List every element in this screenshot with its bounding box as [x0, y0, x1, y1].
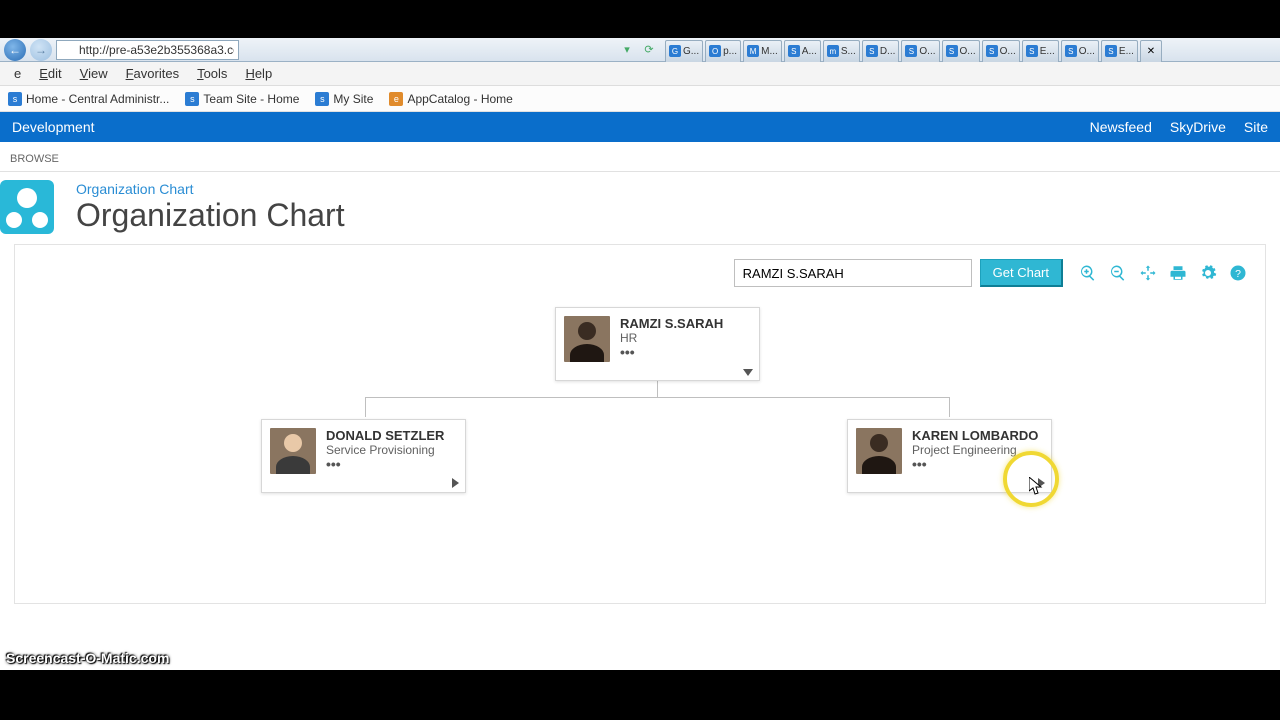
refresh-icon[interactable]: ⟳	[641, 42, 657, 58]
letterbox-bottom	[0, 670, 1280, 720]
browser-tab[interactable]: SD...	[862, 40, 900, 62]
fit-icon[interactable]	[1139, 264, 1157, 282]
suite-bar: Development Newsfeed SkyDrive Site	[0, 112, 1280, 142]
browser-tab[interactable]: mS...	[823, 40, 860, 62]
node-dept: Service Provisioning	[326, 443, 457, 457]
more-icon[interactable]: •••	[326, 461, 457, 467]
avatar	[856, 428, 902, 474]
menu-item[interactable]: Tools	[189, 64, 235, 83]
browser-address-bar: ← → s ▾ ⟳ GG...Op...MM...SA...mS...SD...…	[0, 38, 1280, 62]
browser-tab[interactable]: ✕	[1140, 40, 1162, 62]
org-node-root[interactable]: RAMZI S.SARAH HR •••	[555, 307, 760, 381]
connector	[949, 397, 950, 417]
tool-icons: ?	[1079, 264, 1247, 282]
node-name: KAREN LOMBARDO	[912, 428, 1043, 443]
browser-tab[interactable]: SA...	[784, 40, 821, 62]
avatar	[564, 316, 610, 362]
suite-link[interactable]: Newsfeed	[1090, 119, 1152, 135]
ribbon: BROWSE	[0, 142, 1280, 172]
browser-tab[interactable]: SE...	[1101, 40, 1138, 62]
gear-icon[interactable]	[1199, 264, 1217, 282]
connector	[365, 397, 950, 398]
favorite-link[interactable]: sTeam Site - Home	[185, 92, 299, 106]
zoom-in-icon[interactable]	[1079, 264, 1097, 282]
browser-tab[interactable]: SO...	[1061, 40, 1099, 62]
menu-item[interactable]: Favorites	[118, 64, 187, 83]
browser-tab[interactable]: MM...	[743, 40, 782, 62]
browser-tab[interactable]: SE...	[1022, 40, 1059, 62]
node-dept: HR	[620, 331, 751, 345]
browser-tab[interactable]: SO...	[982, 40, 1020, 62]
org-node-left[interactable]: DONALD SETZLER Service Provisioning •••	[261, 419, 466, 493]
print-icon[interactable]	[1169, 264, 1187, 282]
expand-right-icon[interactable]	[452, 478, 459, 488]
menu-item[interactable]: View	[72, 64, 116, 83]
menu-item[interactable]: Help	[237, 64, 280, 83]
ribbon-tab-browse[interactable]: BROWSE	[0, 147, 69, 171]
favorite-link[interactable]: sMy Site	[315, 92, 373, 106]
suite-link[interactable]: SkyDrive	[1170, 119, 1226, 135]
svg-text:?: ?	[1235, 268, 1241, 280]
url-actions: ▾ ⟳	[619, 42, 657, 58]
letterbox-top	[0, 0, 1280, 38]
menu-bar: eEditViewFavoritesToolsHelp	[0, 62, 1280, 86]
node-name: RAMZI S.SARAH	[620, 316, 751, 331]
menu-item[interactable]: e	[6, 64, 29, 83]
browser-tab[interactable]: GG...	[665, 40, 703, 62]
dropdown-icon[interactable]: ▾	[619, 42, 635, 58]
help-icon[interactable]: ?	[1229, 264, 1247, 282]
favorite-link[interactable]: eAppCatalog - Home	[389, 92, 512, 106]
url-field-wrap: s	[56, 40, 616, 60]
get-chart-button[interactable]: Get Chart	[980, 259, 1063, 287]
suite-site-title[interactable]: Development	[12, 119, 95, 135]
back-button[interactable]: ←	[4, 39, 26, 61]
zoom-out-icon[interactable]	[1109, 264, 1127, 282]
menu-item[interactable]: Edit	[31, 64, 69, 83]
browser-tab[interactable]: SO...	[942, 40, 980, 62]
suite-link[interactable]: Site	[1244, 119, 1268, 135]
search-input[interactable]	[734, 259, 972, 287]
more-icon[interactable]: •••	[620, 349, 751, 355]
avatar	[270, 428, 316, 474]
node-name: DONALD SETZLER	[326, 428, 457, 443]
browser-tab[interactable]: Op...	[705, 40, 741, 62]
breadcrumb[interactable]: Organization Chart	[76, 181, 345, 197]
page-title: Organization Chart	[76, 197, 345, 234]
watermark: Screencast-O-Matic.com	[6, 650, 169, 666]
favorite-link[interactable]: sHome - Central Administr...	[8, 92, 169, 106]
browser-tab[interactable]: SO...	[901, 40, 939, 62]
forward-button[interactable]: →	[30, 39, 52, 61]
url-input[interactable]	[56, 40, 239, 60]
org-chart-container: Get Chart ? RAMZI S.SARAH HR •••	[14, 244, 1266, 604]
expand-down-icon[interactable]	[743, 369, 753, 376]
page-title-area: Organization Chart Organization Chart	[0, 172, 1280, 244]
chart-toolbar: Get Chart ?	[33, 259, 1247, 287]
app-icon	[0, 180, 54, 234]
favorites-bar: sHome - Central Administr... sTeam Site -…	[0, 86, 1280, 112]
tab-strip: GG...Op...MM...SA...mS...SD...SO...SO...…	[661, 38, 1276, 62]
connector	[365, 397, 366, 417]
